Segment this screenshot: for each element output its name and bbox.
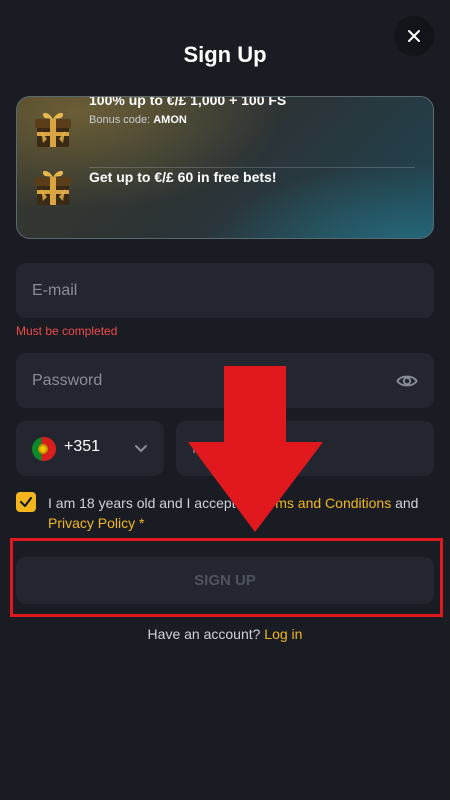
eye-icon[interactable] — [396, 370, 418, 392]
gift-box-icon — [35, 170, 71, 205]
log-in-link[interactable]: Log in — [264, 626, 302, 642]
required-mark: * — [139, 515, 145, 531]
email-field[interactable]: E-mail — [16, 263, 434, 318]
terms-and: and — [395, 495, 419, 511]
promo-headline: 100% up to €/£ 1,000 + 100 FS — [89, 96, 287, 108]
chevron-down-icon — [135, 445, 147, 453]
bonus-code-value: AMON — [153, 114, 187, 126]
age-terms-checkbox[interactable] — [16, 492, 36, 512]
login-prompt-text: Have an account? — [147, 626, 261, 642]
page-title: Sign Up — [183, 42, 267, 67]
gift-box-icon — [35, 112, 71, 147]
country-code-value: +351 — [64, 438, 101, 455]
country-code-select[interactable]: +351 — [16, 421, 164, 476]
email-placeholder: E-mail — [32, 281, 78, 299]
login-prompt: Have an account? Log in — [0, 626, 450, 642]
promo-divider — [89, 167, 415, 168]
portugal-flag-icon — [32, 437, 56, 461]
highlight-box — [10, 538, 443, 617]
email-error-message: Must be completed — [16, 324, 118, 338]
promo-headline: Get up to €/£ 60 in free bets! — [89, 169, 277, 185]
privacy-policy-link[interactable]: Privacy Policy — [48, 515, 135, 531]
bonus-code-label: Bonus code: — [89, 114, 151, 126]
bonus-code-line: Bonus code: AMON — [89, 114, 286, 126]
promo-banner: 100% up to €/£ 1,000 + 100 FS Bonus code… — [16, 96, 434, 239]
password-placeholder: Password — [32, 371, 103, 389]
close-icon — [408, 30, 420, 42]
red-arrow-down — [188, 366, 323, 532]
check-icon — [19, 496, 33, 508]
